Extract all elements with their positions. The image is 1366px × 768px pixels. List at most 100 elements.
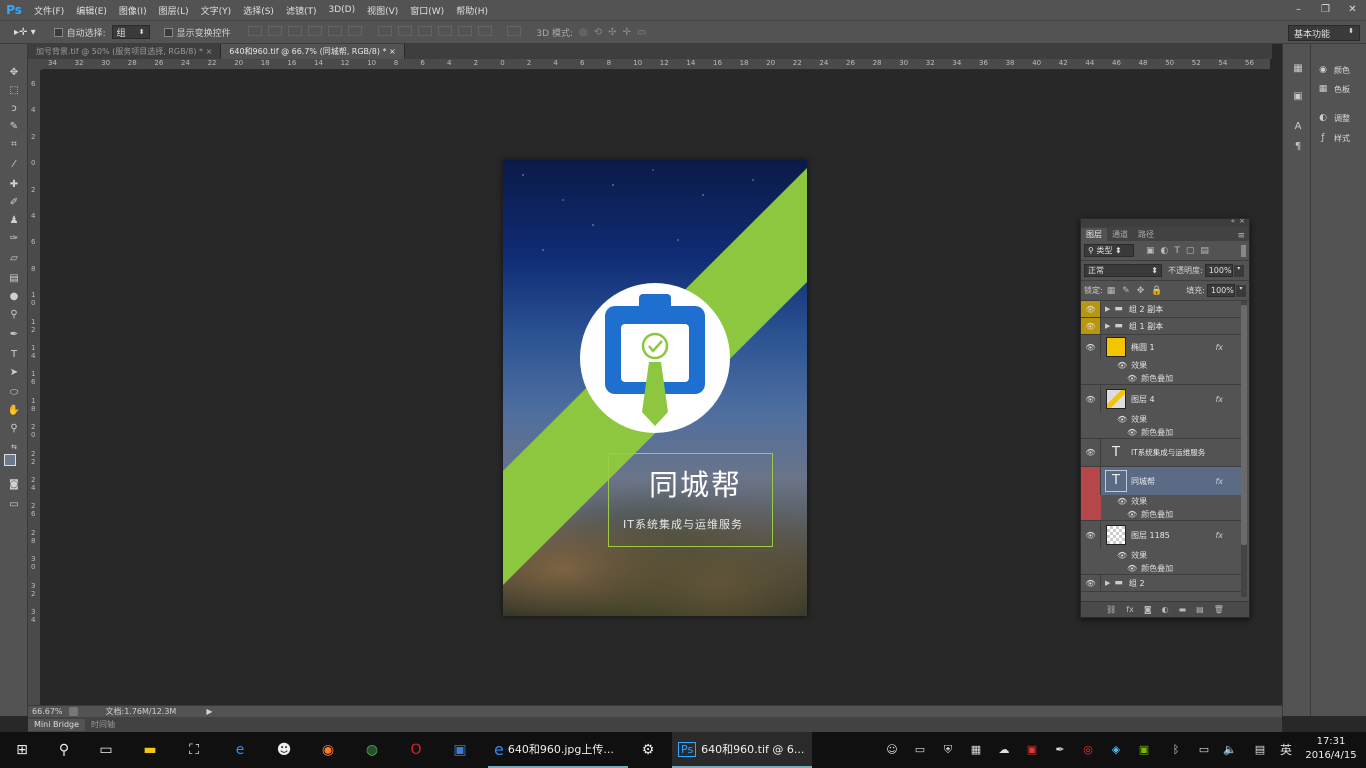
fill-input[interactable]: 100%: [1207, 284, 1235, 297]
menu-filter[interactable]: 滤镜(T): [280, 4, 323, 17]
distribute-top-icon[interactable]: [377, 25, 392, 36]
type-tool-icon[interactable]: T: [6, 348, 22, 362]
foreground-color-swatch[interactable]: [4, 454, 16, 466]
chrome-icon[interactable]: ◍: [362, 740, 382, 760]
visibility-eye-icon[interactable]: 👁: [1081, 318, 1101, 334]
layer-row[interactable]: 👁 ▶ ▬ 组 2: [1081, 575, 1241, 592]
fx-icon[interactable]: fx: [1215, 531, 1223, 540]
panel-title-bar[interactable]: « ×: [1081, 217, 1249, 227]
tab-channels[interactable]: 通道: [1107, 228, 1133, 241]
edge-icon[interactable]: e: [230, 740, 250, 760]
move-tool-icon[interactable]: ✥: [6, 66, 22, 80]
minimize-icon[interactable]: –: [1285, 0, 1312, 20]
align-left-icon[interactable]: [307, 25, 322, 36]
ruler-origin[interactable]: [28, 59, 42, 70]
distribute-vcenter-icon[interactable]: [397, 25, 412, 36]
visibility-eye-icon[interactable]: 👁: [1081, 439, 1101, 466]
marquee-tool-icon[interactable]: ⬚: [6, 84, 22, 98]
align-top-icon[interactable]: [247, 25, 262, 36]
move-tool-preset-icon[interactable]: ▸✛ ▾: [14, 27, 36, 38]
menu-image[interactable]: 图像(I): [113, 4, 153, 17]
effects-row[interactable]: 👁 效果: [1081, 359, 1241, 372]
battery-icon[interactable]: ▭: [1196, 742, 1212, 758]
tab-mini-bridge[interactable]: Mini Bridge: [28, 718, 86, 731]
opacity-input[interactable]: 100%: [1204, 264, 1233, 277]
history-brush-tool-icon[interactable]: ✑: [6, 232, 22, 246]
collapse-icon[interactable]: «: [1231, 217, 1235, 225]
windows-start-icon[interactable]: ⊞: [12, 740, 32, 760]
tab-paths[interactable]: 路径: [1133, 228, 1159, 241]
quick-select-tool-icon[interactable]: ✎: [6, 120, 22, 134]
crop-tool-icon[interactable]: ⌗: [6, 138, 22, 152]
search-icon[interactable]: ⚲: [54, 740, 74, 760]
styles-panel-tab[interactable]: ƒ 样式: [1317, 130, 1350, 146]
document-artboard[interactable]: 同城帮 IT系统集成与运维服务: [503, 160, 807, 616]
status-menu-arrow-icon[interactable]: ▶: [206, 707, 212, 716]
align-vcenter-icon[interactable]: [267, 25, 282, 36]
gradient-tool-icon[interactable]: ▤: [6, 272, 22, 286]
tray-pen-icon[interactable]: ✒: [1052, 742, 1068, 758]
menu-layer[interactable]: 图层(L): [153, 4, 195, 17]
filter-kind-dropdown[interactable]: ⚲ 类型 ⬍: [1084, 244, 1134, 257]
align-hcenter-icon[interactable]: [327, 25, 342, 36]
zoom-level[interactable]: 66.67%: [32, 707, 63, 716]
show-transform-checkbox[interactable]: [163, 27, 173, 37]
layer-row[interactable]: 👁 ▶ ▬ 组 1 副本: [1081, 318, 1241, 335]
eraser-tool-icon[interactable]: ▱: [6, 252, 22, 266]
volume-icon[interactable]: 🔈: [1222, 742, 1238, 758]
menu-help[interactable]: 帮助(H): [450, 4, 494, 17]
clock[interactable]: 17:31 2016/4/15: [1300, 735, 1362, 763]
shield-icon[interactable]: ⛨: [940, 742, 956, 758]
swap-colors-icon[interactable]: ⇆: [6, 440, 22, 454]
notification-icon[interactable]: ▤: [1252, 742, 1268, 758]
brush-tool-icon[interactable]: ✐: [6, 196, 22, 210]
expand-arrow-icon[interactable]: ▶: [1105, 305, 1110, 313]
layer-row[interactable]: 👁 图层 1185 fx: [1081, 521, 1241, 549]
character-panel-icon[interactable]: A: [1291, 120, 1305, 134]
layer-row[interactable]: 👁 图层 4 fx: [1081, 385, 1241, 413]
history-panel-icon[interactable]: ▦: [1291, 62, 1305, 76]
menu-3d[interactable]: 3D(D): [322, 5, 361, 15]
new-layer-icon[interactable]: ▤: [1196, 605, 1204, 614]
distribute-hcenter-icon[interactable]: [457, 25, 472, 36]
taskbar-window-photoshop[interactable]: Ps 640和960.tif @ 6...: [672, 732, 812, 768]
tray-red-icon[interactable]: ◎: [1080, 742, 1096, 758]
align-bottom-icon[interactable]: [287, 25, 302, 36]
menu-file[interactable]: 文件(F): [28, 4, 70, 17]
layer-row[interactable]: 👁 T IT系统集成与运维服务: [1081, 439, 1241, 467]
eye-icon[interactable]: 👁: [1117, 415, 1127, 424]
quick-mask-icon[interactable]: ◙: [6, 478, 22, 492]
store-icon[interactable]: ⛶: [184, 740, 204, 760]
chevron-down-icon[interactable]: ▾: [1233, 264, 1244, 277]
layer-row[interactable]: 👁 椭圆 1 fx: [1081, 335, 1241, 359]
eye-icon[interactable]: 👁: [1127, 510, 1137, 519]
fx-icon[interactable]: fx: [1215, 477, 1223, 486]
tab-document[interactable]: 加号背景.tif @ 50% (服务项目选择, RGB/8) * ×: [28, 44, 222, 59]
layer-row[interactable]: 👁 ▶ ▬ 组 2 副本: [1081, 301, 1241, 318]
photoshop-logo[interactable]: Ps: [0, 0, 28, 20]
auto-select-checkbox[interactable]: [53, 27, 63, 37]
restore-icon[interactable]: ❐: [1312, 0, 1339, 20]
path-select-tool-icon[interactable]: ➤: [6, 366, 22, 380]
menu-window[interactable]: 窗口(W): [404, 4, 450, 17]
menu-view[interactable]: 视图(V): [361, 4, 404, 17]
tray-app-icon[interactable]: ☺: [884, 742, 900, 758]
opera-icon[interactable]: O: [406, 740, 426, 760]
eye-icon[interactable]: 👁: [1127, 564, 1137, 573]
swatches-panel-tab[interactable]: ▦ 色板: [1317, 81, 1350, 97]
tray-blue-icon[interactable]: ◈: [1108, 742, 1124, 758]
close-icon[interactable]: ✕: [1339, 0, 1366, 20]
visibility-eye-icon[interactable]: 👁: [1081, 521, 1101, 549]
status-icon[interactable]: [68, 707, 78, 716]
eyedropper-tool-icon[interactable]: ⁄: [6, 158, 22, 172]
panel-menu-icon[interactable]: ≡: [1237, 231, 1245, 241]
firefox-icon[interactable]: ◉: [318, 740, 338, 760]
adobe-icon[interactable]: ▣: [1024, 742, 1040, 758]
nvidia-icon[interactable]: ▣: [1136, 742, 1152, 758]
visibility-eye-icon[interactable]: 👁: [1081, 301, 1101, 317]
menu-edit[interactable]: 编辑(E): [70, 4, 113, 17]
effects-row[interactable]: 👁 效果: [1081, 495, 1241, 508]
vertical-ruler[interactable]: 6 4 2 0 2 4 6 8 10 12 14 16 18 20 22 24 26 28 30 32 34: [28, 70, 41, 705]
layer-row-selected[interactable]: T 同城帮 fx: [1081, 467, 1241, 495]
auto-select-dropdown[interactable]: 组 ⬍: [111, 25, 150, 39]
